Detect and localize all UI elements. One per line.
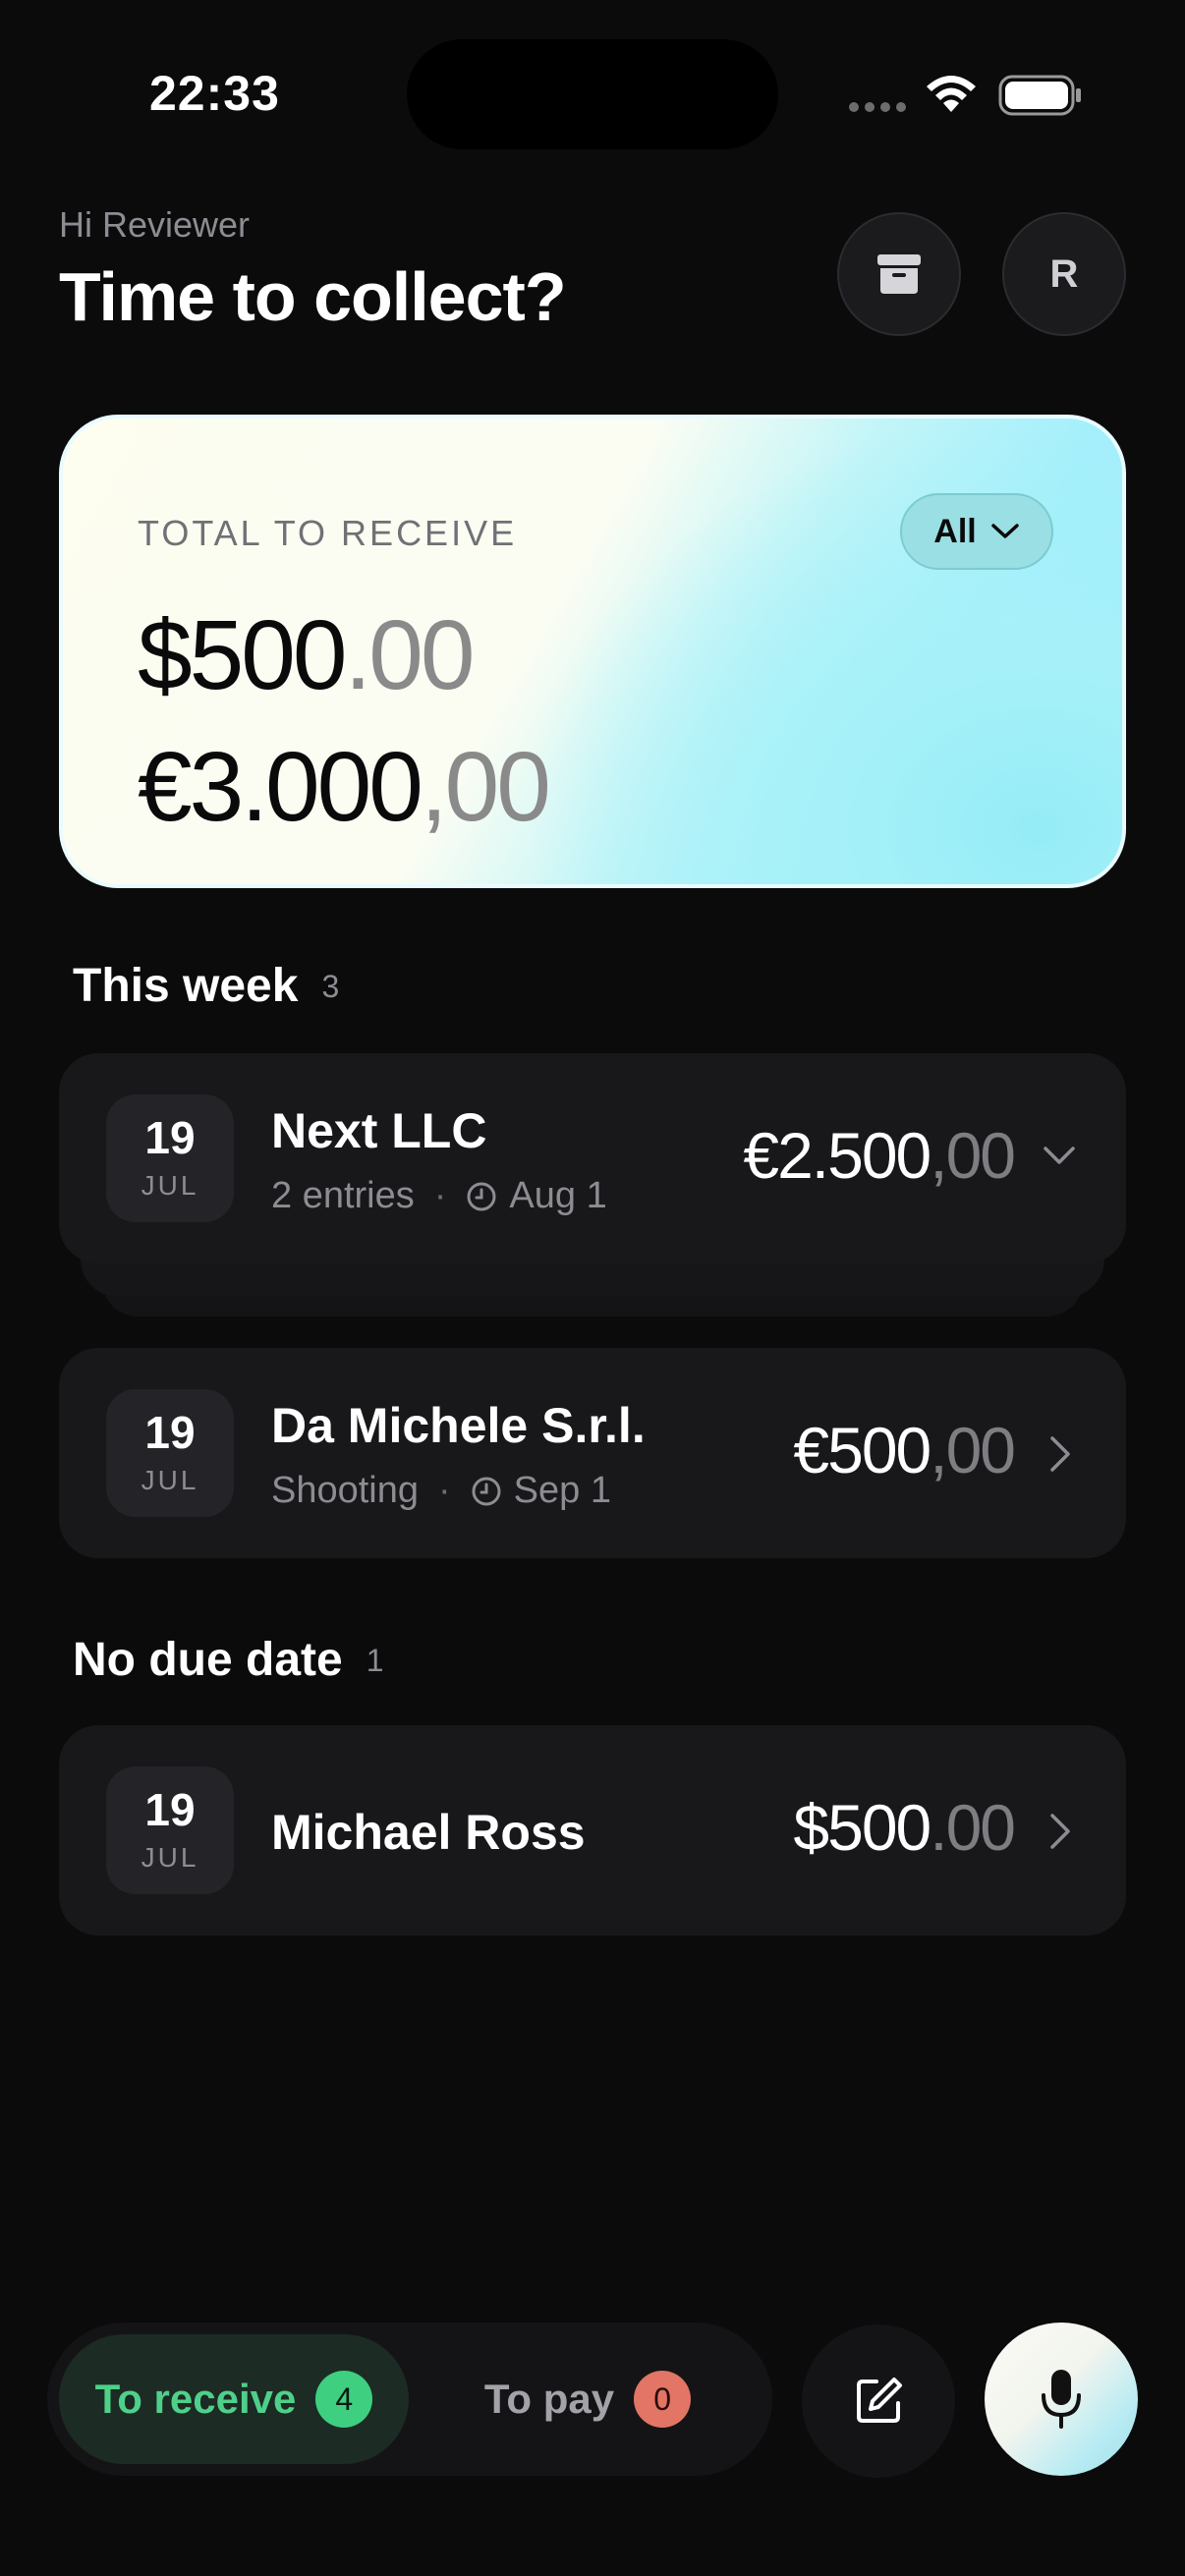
tab-label: To receive — [94, 2376, 297, 2422]
total-amount-usd: $500.00 — [138, 600, 475, 710]
compose-icon — [857, 2378, 902, 2423]
chevron-right-icon — [1050, 1436, 1070, 1472]
section-count: 3 — [321, 969, 340, 1004]
date-chip: 19 JUL — [106, 1094, 234, 1222]
greeting: Hi Reviewer — [59, 204, 251, 245]
list-item[interactable]: 19 JUL Da Michele S.r.l. Shooting · Sep … — [59, 1348, 1126, 1558]
total-amount-eur: €3.000,00 — [138, 732, 551, 842]
tab-label: To pay — [483, 2376, 615, 2422]
date-month: JUL — [141, 1465, 199, 1495]
dynamic-island — [407, 39, 778, 149]
clock-icon — [472, 1477, 501, 1505]
row-amount: $500.00 — [793, 1791, 1016, 1864]
chevron-down-icon — [990, 524, 1019, 538]
chevron-down-icon[interactable] — [1040, 1136, 1079, 1175]
entry-description: Shooting — [271, 1470, 420, 1511]
list-item[interactable]: 19 JUL Michael Ross $500.00 — [59, 1725, 1126, 1935]
page-title: Time to collect? — [59, 258, 567, 335]
microphone-icon — [1042, 2370, 1081, 2429]
count-badge: 4 — [315, 2371, 373, 2428]
chevron-right-icon — [1050, 1814, 1070, 1849]
client-name: Da Michele S.r.l. — [271, 1398, 646, 1453]
list-item[interactable]: 19 JUL Next LLC 2 entries · Aug 1 €2.500… — [59, 1053, 1126, 1263]
date-day: 19 — [144, 1784, 196, 1835]
tab-bar: To receive 4 To pay 0 — [47, 2323, 772, 2476]
row-subtitle: 2 entries · Aug 1 — [271, 1175, 607, 1217]
date-day: 19 — [144, 1112, 196, 1163]
currency-filter-dropdown[interactable]: All — [900, 493, 1053, 570]
client-name: Michael Ross — [271, 1805, 586, 1860]
compose-button[interactable] — [802, 2324, 955, 2478]
clock-icon — [467, 1182, 496, 1210]
row-amount: €500,00 — [793, 1414, 1016, 1486]
due-date: Aug 1 — [466, 1175, 607, 1217]
section-title-this-week: This week 3 — [73, 960, 340, 1012]
battery-icon — [998, 75, 1081, 116]
section-title-no-due-date: No due date 1 — [73, 1634, 384, 1686]
avatar[interactable]: R — [1002, 212, 1126, 336]
row-subtitle: Shooting · Sep 1 — [271, 1470, 611, 1512]
archive-icon — [877, 254, 921, 294]
date-day: 19 — [144, 1407, 196, 1458]
cellular-signal-icon — [849, 102, 906, 112]
entry-description: 2 entries — [271, 1175, 415, 1216]
tab-to-receive[interactable]: To receive 4 — [59, 2334, 409, 2464]
voice-input-button[interactable] — [985, 2323, 1138, 2476]
due-date: Sep 1 — [471, 1470, 611, 1512]
filter-label: All — [933, 512, 977, 550]
date-month: JUL — [141, 1842, 199, 1873]
count-badge: 0 — [634, 2371, 692, 2428]
total-label: TOTAL TO RECEIVE — [138, 513, 518, 553]
row-amount: €2.500,00 — [743, 1119, 1016, 1192]
total-to-receive-card: TOTAL TO RECEIVE All $500.00 €3.000,00 — [59, 415, 1126, 888]
date-chip: 19 JUL — [106, 1389, 234, 1517]
client-name: Next LLC — [271, 1103, 487, 1158]
date-chip: 19 JUL — [106, 1766, 234, 1894]
status-time: 22:33 — [149, 66, 280, 121]
wifi-icon — [927, 76, 976, 112]
archive-button[interactable] — [837, 212, 961, 336]
section-count: 1 — [366, 1643, 384, 1678]
date-month: JUL — [141, 1170, 199, 1201]
tab-to-pay[interactable]: To pay 0 — [440, 2334, 735, 2464]
